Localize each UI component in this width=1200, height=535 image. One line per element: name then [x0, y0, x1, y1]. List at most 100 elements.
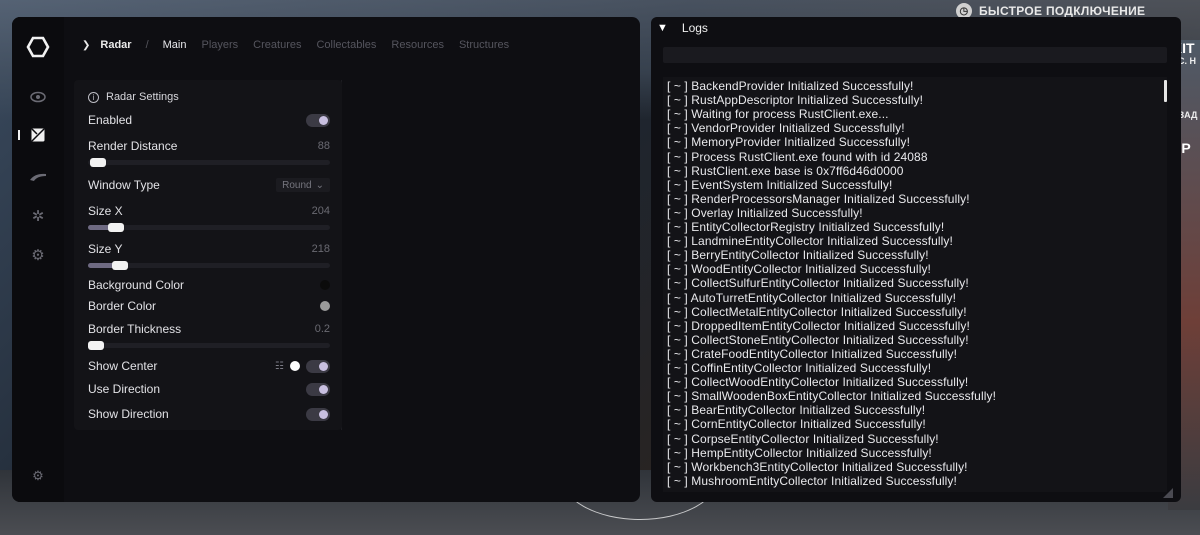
hexagon-logo-icon [26, 35, 50, 59]
size-x-value: 204 [311, 205, 330, 217]
log-line: [ ~ ] BearEntityCollector Initialized Su… [667, 403, 926, 418]
use-direction-label: Use Direction [88, 382, 161, 396]
log-line: [ ~ ] CollectWoodEntityCollector Initial… [667, 375, 969, 390]
tab-structures[interactable]: Structures [459, 39, 509, 51]
size-x-row: Size X 204 [88, 203, 330, 219]
show-center-controls: ☷ [275, 359, 330, 373]
size-x-slider[interactable] [88, 223, 330, 232]
border-thickness-row: Border Thickness 0.2 [88, 321, 330, 337]
tab-main[interactable]: Main [163, 39, 187, 51]
radar-window: ✲ ⚙ ⚙ ❯ Radar / Main Players Creatures C… [12, 17, 640, 502]
log-line: [ ~ ] Process RustClient.exe found with … [667, 149, 928, 164]
show-direction-row: Show Direction [88, 406, 330, 422]
log-line: [ ~ ] CorpseEntityCollector Initialized … [667, 431, 939, 446]
log-line: [ ~ ] LandmineEntityCollector Initialize… [667, 234, 953, 249]
weapon-icon[interactable] [28, 167, 48, 187]
tab-collectables[interactable]: Collectables [316, 39, 376, 51]
breadcrumb: ❯ Radar / Main Players Creatures Collect… [82, 37, 524, 53]
slider-handle[interactable] [108, 223, 124, 232]
log-line: [ ~ ] MushroomEntityCollector Initialize… [667, 473, 957, 488]
log-line: [ ~ ] Waiting for process RustClient.exe… [667, 107, 889, 122]
collapse-triangle-icon[interactable]: ▼ [657, 22, 668, 34]
log-line: [ ~ ] SmallWoodenBoxEntityCollector Init… [667, 389, 997, 404]
window-type-select[interactable]: Round ⌄ [276, 178, 330, 192]
logs-filter-input[interactable] [663, 47, 1167, 63]
show-direction-toggle[interactable] [306, 407, 330, 421]
slider-handle[interactable] [112, 261, 128, 270]
log-line: [ ~ ] RenderProcessorsManager Initialize… [667, 191, 970, 206]
log-line: [ ~ ] WoodEntityCollector Initialized Su… [667, 262, 931, 277]
log-line: [ ~ ] RustAppDescriptor Initialized Succ… [667, 93, 924, 108]
window-type-label: Window Type [88, 178, 160, 192]
log-line: [ ~ ] Overlay Initialized Successfully! [667, 205, 863, 220]
size-x-label: Size X [88, 204, 123, 218]
render-distance-label: Render Distance [88, 139, 178, 153]
log-line: [ ~ ] CollectMetalEntityCollector Initia… [667, 304, 967, 319]
render-distance-row: Render Distance 88 [88, 138, 330, 154]
border-thickness-label: Border Thickness [88, 322, 182, 336]
show-center-row: Show Center ☷ [88, 358, 330, 374]
log-line: [ ~ ] HempEntityCollector Initialized Su… [667, 445, 932, 460]
border-color-swatch[interactable] [320, 301, 330, 311]
panel-title: Radar Settings [106, 91, 179, 103]
enabled-label: Enabled [88, 113, 133, 127]
log-line: [ ~ ] EventSystem Initialized Successful… [667, 177, 893, 192]
logs-list[interactable]: [ ~ ] BackendProvider Initialized Succes… [663, 77, 1167, 492]
log-line: [ ~ ] BerryEntityCollector Initialized S… [667, 248, 929, 263]
resize-grip-icon[interactable] [1163, 488, 1173, 498]
enabled-toggle[interactable] [306, 113, 330, 127]
log-line: [ ~ ] EntityCollectorRegistry Initialize… [667, 220, 945, 234]
log-line: [ ~ ] DroppedItemEntityCollector Initial… [667, 318, 970, 333]
center-color-swatch[interactable] [290, 361, 300, 371]
radar-settings-panel: i Radar Settings Enabled Render Distance… [74, 80, 342, 430]
render-distance-value: 88 [317, 140, 330, 152]
background-color-swatch[interactable] [320, 280, 330, 290]
slider-handle[interactable] [88, 341, 104, 350]
chevron-right-icon: ❯ [82, 39, 91, 51]
radar-map-icon[interactable] [28, 125, 48, 145]
logs-title: Logs [681, 21, 708, 35]
log-line: [ ~ ] CollectStoneEntityCollector Initia… [667, 332, 969, 347]
gear-icon[interactable]: ✲ [28, 206, 48, 226]
log-line: [ ~ ] AutoTurretEntityCollector Initiali… [667, 290, 957, 305]
eye-icon[interactable] [28, 87, 48, 107]
use-direction-row: Use Direction [88, 381, 330, 397]
show-center-label: Show Center [88, 359, 158, 373]
log-line: [ ~ ] RustClient.exe base is 0x7ff6d46d0… [667, 163, 904, 178]
size-y-value: 218 [311, 243, 330, 255]
config-icon[interactable]: ⚙ [28, 466, 48, 486]
border-thickness-value: 0.2 [314, 323, 330, 335]
window-type-value: Round [282, 179, 312, 191]
quick-connect-label: БЫСТРОЕ ПОДКЛЮЧЕНИЕ [979, 4, 1146, 18]
breadcrumb-separator: / [145, 39, 149, 51]
tab-players[interactable]: Players [201, 39, 238, 51]
sliders-icon[interactable]: ☷ [275, 361, 284, 372]
use-direction-toggle[interactable] [306, 382, 330, 396]
info-icon: i [88, 91, 99, 103]
active-indicator [18, 130, 20, 140]
log-line: [ ~ ] VendorProvider Initialized Success… [667, 121, 905, 136]
border-color-row: Border Color [88, 298, 330, 314]
border-color-label: Border Color [88, 299, 157, 313]
enabled-row: Enabled [88, 112, 330, 128]
chevron-down-icon: ⌄ [315, 179, 324, 191]
logs-scrollbar[interactable] [1164, 80, 1167, 102]
slider-handle[interactable] [90, 158, 106, 167]
settings-icon[interactable]: ⚙ [28, 245, 48, 265]
side-navigation: ✲ ⚙ ⚙ [12, 17, 64, 502]
window-type-row: Window Type Round ⌄ [88, 177, 330, 193]
tab-creatures[interactable]: Creatures [253, 39, 301, 51]
border-thickness-slider[interactable] [88, 341, 330, 350]
logs-header[interactable]: ▼ Logs [657, 19, 708, 37]
size-y-slider[interactable] [88, 261, 330, 270]
tab-resources[interactable]: Resources [391, 39, 444, 51]
size-y-label: Size Y [88, 242, 123, 256]
log-line: [ ~ ] MemoryProvider Initialized Success… [667, 135, 911, 150]
log-line: [ ~ ] Workbench3EntityCollector Initiali… [667, 459, 968, 474]
render-distance-slider[interactable] [88, 158, 330, 167]
background-color-label: Background Color [88, 278, 185, 292]
log-line: [ ~ ] CollectSulfurEntityCollector Initi… [667, 276, 969, 291]
log-line: [ ~ ] CrateFoodEntityCollector Initializ… [667, 346, 958, 361]
log-line: [ ~ ] BackendProvider Initialized Succes… [667, 79, 914, 93]
show-center-toggle[interactable] [306, 359, 330, 373]
